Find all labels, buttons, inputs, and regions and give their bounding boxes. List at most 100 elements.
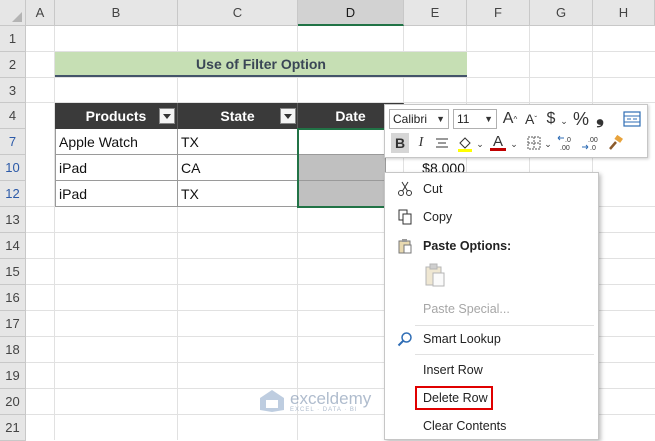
watermark-brand: exceldemy [290,388,372,408]
svg-text:.0: .0 [565,137,571,144]
column-header-e[interactable]: E [404,0,467,26]
increase-decimal-icon: .0.00 [557,135,571,152]
chevron-down-icon[interactable]: ⌄ [509,134,519,154]
clipboard-icon [398,239,412,254]
column-header-a[interactable]: A [26,0,55,26]
borders-icon [527,136,541,150]
row-header-2[interactable]: 2 [0,52,26,78]
column-header-b[interactable]: B [55,0,178,26]
cell-state[interactable]: TX [178,129,298,155]
align-center-button[interactable] [433,133,451,153]
column-header-h[interactable]: H [593,0,655,26]
currency-button[interactable]: $ [543,109,559,129]
filter-dropdown-icon[interactable] [280,108,296,124]
paintbrush-icon [609,134,623,150]
decrease-font-icon: A [524,111,535,127]
scissors-icon [398,181,412,196]
chevron-down-icon: ▼ [484,114,493,124]
fill-color-button[interactable] [455,133,475,153]
menu-item-label: Insert Row [423,363,483,377]
font-name-box[interactable]: Calibri ▼ [389,109,449,129]
row-header-15[interactable]: 15 [0,259,26,285]
italic-button[interactable]: I [413,133,429,153]
cell-product[interactable]: iPad [55,155,178,181]
row-header-20[interactable]: 20 [0,389,26,415]
row-header-3[interactable]: 3 [0,78,26,103]
align-center-icon [436,138,448,148]
fill-bucket-icon [458,137,472,152]
menu-separator [415,354,594,355]
column-header-f[interactable]: F [467,0,530,26]
menu-item-clear-contents[interactable]: Clear Contents [385,414,598,438]
merge-center-icon [623,111,641,127]
gridline [54,26,55,440]
cell-product[interactable]: Apple Watch [55,129,178,155]
row-header-18[interactable]: 18 [0,337,26,363]
menu-item-label: Copy [423,210,453,224]
row-header-7[interactable]: 7 [0,129,26,155]
borders-button[interactable] [525,133,543,153]
menu-separator [415,325,594,326]
filter-dropdown-icon[interactable] [159,108,175,124]
menu-item-insert-row[interactable]: Insert Row [385,358,598,382]
menu-item-label: Paste Options: [423,239,512,253]
row-header-16[interactable]: 16 [0,285,26,311]
menu-item-label: Clear Contents [423,419,507,433]
increase-font-icon: A [502,110,514,127]
font-color-button[interactable]: A [489,132,507,152]
chevron-down-icon: ▼ [436,114,445,124]
menu-item-copy[interactable]: Copy [385,205,598,229]
chevron-down-icon[interactable]: ⌄ [543,134,553,154]
decrease-decimal-button[interactable]: .00.0 [579,133,601,153]
menu-item-label: Paste Special... [423,302,510,316]
percent-button[interactable]: % [571,109,591,129]
row-header-21[interactable]: 21 [0,415,26,441]
select-all-corner[interactable] [0,0,26,26]
column-header-c[interactable]: C [178,0,298,26]
header-products[interactable]: Products [55,103,178,129]
exceldemy-logo-icon [260,390,284,412]
copy-icon [398,209,412,225]
menu-item-paste-special[interactable]: Paste Special... [385,297,598,321]
column-header-d[interactable]: D [298,0,404,26]
increase-decimal-button[interactable]: .0.00 [555,133,577,153]
paste-button[interactable] [423,263,449,291]
header-products-label: Products [85,108,147,124]
header-date-label: Date [335,108,366,124]
merge-center-button[interactable] [621,109,643,129]
gridline [177,26,178,440]
font-size-box[interactable]: 11 ▼ [453,109,497,129]
svg-text:.00: .00 [560,145,570,152]
cell-product[interactable]: iPad [55,181,178,207]
search-icon [397,332,412,347]
row-header-1[interactable]: 1 [0,26,26,52]
font-size-value: 11 [457,112,470,126]
menu-item-cut[interactable]: Cut [385,177,598,201]
menu-item-label: Cut [423,182,443,196]
row-header-14[interactable]: 14 [0,233,26,259]
chevron-down-icon[interactable]: ⌄ [475,134,485,154]
column-header-g[interactable]: G [530,0,593,26]
header-state-label: State [220,108,255,124]
cell-state[interactable]: TX [178,181,298,207]
row-header-17[interactable]: 17 [0,311,26,337]
sheet-title: Use of Filter Option [55,52,467,77]
chevron-down-icon[interactable]: ⌄ [559,111,569,131]
row-header-4[interactable]: 4 [0,103,26,129]
watermark: exceldemy EXCEL · DATA · BI [258,388,371,414]
bold-button[interactable]: B [391,133,409,153]
row-header-10[interactable]: 10 [0,155,26,181]
format-painter-button[interactable] [605,133,625,153]
decrease-font-button[interactable]: Aˇ [521,109,541,129]
row-header-12[interactable]: 12 [0,181,26,207]
font-color-swatch [490,148,506,151]
row-header-19[interactable]: 19 [0,363,26,389]
gridline [26,77,655,78]
row-header-13[interactable]: 13 [0,207,26,233]
comma-style-button[interactable]: ❟ [593,106,607,128]
selection-range [297,128,387,208]
cell-state[interactable]: CA [178,155,298,181]
header-state[interactable]: State [178,103,298,129]
increase-font-button[interactable]: A ^ [500,109,520,129]
menu-item-smart-lookup[interactable]: Smart Lookup [385,327,598,351]
